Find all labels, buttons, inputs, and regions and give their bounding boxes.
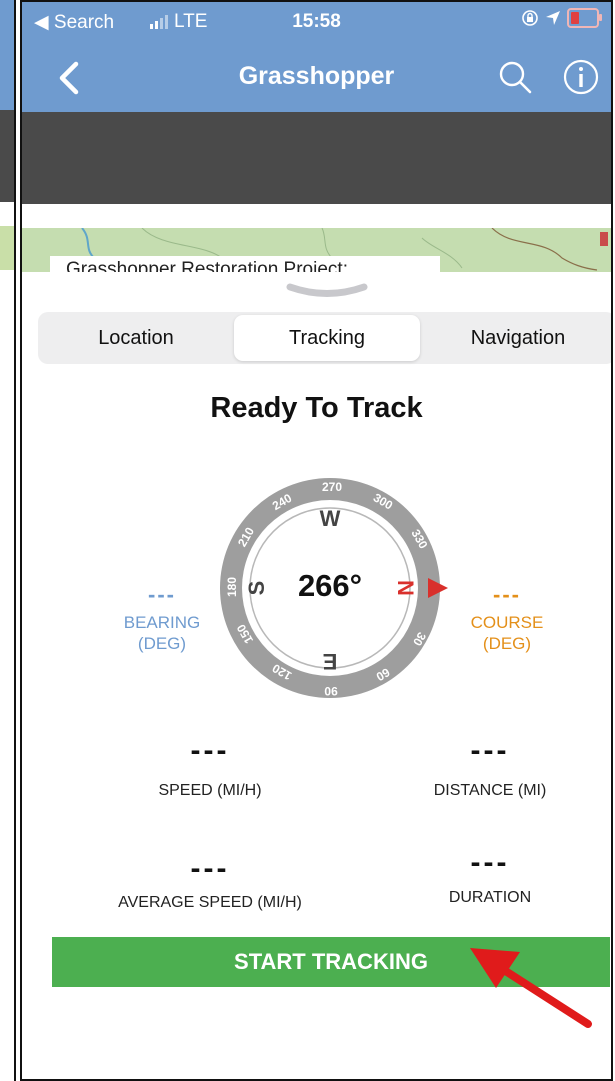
orientation-lock-icon bbox=[522, 10, 538, 26]
location-arrow-icon bbox=[546, 11, 560, 25]
navigation-bar: Grasshopper bbox=[22, 50, 611, 106]
battery-icon bbox=[567, 8, 602, 28]
banner-area bbox=[22, 112, 611, 204]
chevron-left-icon[interactable] bbox=[52, 56, 88, 100]
info-icon[interactable] bbox=[562, 58, 600, 96]
tab-tracking[interactable]: Tracking bbox=[234, 315, 420, 361]
previous-screen-edge bbox=[0, 0, 18, 1081]
compass-east: E bbox=[323, 649, 338, 674]
bottom-sheet: Location Tracking Navigation Ready To Tr… bbox=[22, 272, 611, 1079]
speed-value: --- bbox=[190, 734, 230, 767]
compass-heading: 266° bbox=[297, 568, 363, 603]
speed-label: SPEED (MI/H) bbox=[158, 782, 262, 799]
average-speed-label: AVERAGE SPEED (MI/H) bbox=[118, 894, 302, 911]
dial-label: 270 bbox=[322, 480, 342, 494]
bearing-label: BEARING (DEG) bbox=[123, 613, 201, 653]
status-bar: ◀ Search LTE 15:58 bbox=[22, 2, 611, 42]
distance-value: --- bbox=[470, 734, 510, 767]
average-speed-value: --- bbox=[190, 852, 230, 885]
map-view[interactable]: Grasshopper Restoration Project: bbox=[22, 228, 611, 274]
duration-value: --- bbox=[470, 846, 510, 879]
dial-label: 90 bbox=[324, 684, 338, 698]
tab-bar: Location Tracking Navigation bbox=[38, 312, 611, 364]
tab-navigation[interactable]: Navigation bbox=[424, 315, 611, 361]
search-icon[interactable] bbox=[496, 58, 534, 96]
course-label: COURSE (DEG) bbox=[470, 613, 544, 653]
compass-west: W bbox=[320, 506, 341, 531]
course-value: --- bbox=[493, 582, 521, 607]
tab-location[interactable]: Location bbox=[42, 315, 230, 361]
app-screen: ◀ Search LTE 15:58 Grasshopper Grasshopp… bbox=[20, 0, 613, 1081]
sheet-handle-chevron-icon[interactable] bbox=[284, 282, 370, 302]
top-bar: ◀ Search LTE 15:58 Grasshopper bbox=[22, 2, 611, 112]
duration-label: DURATION bbox=[448, 889, 532, 906]
bearing-value: --- bbox=[148, 582, 176, 607]
tracking-status-title: Ready To Track bbox=[210, 392, 423, 424]
distance-label: DISTANCE (MI) bbox=[433, 782, 547, 799]
annotation-arrow-icon bbox=[470, 948, 592, 1028]
